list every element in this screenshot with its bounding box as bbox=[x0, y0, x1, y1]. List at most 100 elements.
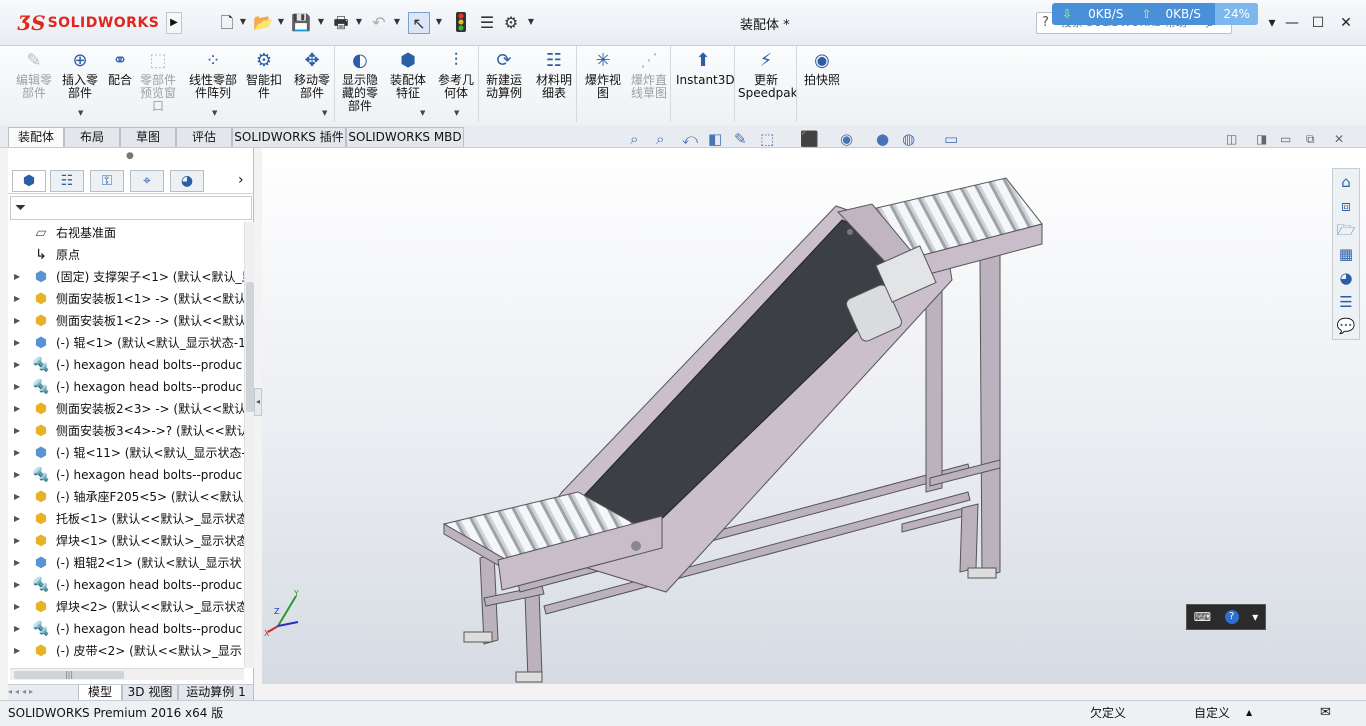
help-icon[interactable]: ? bbox=[1224, 610, 1239, 624]
view-palette-icon[interactable]: ▦ bbox=[1335, 243, 1357, 265]
zoom-to-area-icon[interactable]: ⌕ bbox=[656, 130, 664, 148]
ribbon-dropdown-icon[interactable]: ▼ bbox=[322, 109, 327, 117]
tree-row[interactable]: ▶ ⬢ 焊块<2> (默认<<默认>_显示状态 bbox=[8, 596, 244, 618]
new-document-icon[interactable]: 🗋 bbox=[216, 12, 238, 34]
minibar-dropdown-icon[interactable]: ▾ bbox=[1252, 610, 1258, 624]
tree-row[interactable]: ▶ ⬢ (-) 粗辊2<1> (默认<默认_显示状 bbox=[8, 552, 244, 574]
section-view-icon[interactable]: ◧ bbox=[708, 130, 722, 148]
tree-horizontal-scrollbar[interactable]: ||| bbox=[10, 668, 244, 680]
viewport-left-pane-icon[interactable]: ◫ bbox=[1226, 132, 1237, 146]
ribbon-button-new-motion-study[interactable]: ⟳ 新建运 动算例 bbox=[480, 50, 528, 100]
print-icon[interactable]: 🖶 bbox=[330, 12, 352, 34]
rebuild-traffic-light-icon[interactable] bbox=[450, 12, 472, 34]
tree-hscroll-thumb[interactable]: ||| bbox=[14, 671, 124, 679]
panel-more-chevron-icon[interactable]: › bbox=[238, 172, 244, 188]
ribbon-button-reference-geometry[interactable]: ⫶ 参考几 何体 bbox=[432, 50, 480, 100]
expand-arrow-icon[interactable]: ▶ bbox=[14, 288, 20, 310]
tab-motion-study-1[interactable]: 运动算例 1 bbox=[178, 685, 254, 701]
ribbon-button-take-snapshot[interactable]: ◉ 拍快照 bbox=[802, 50, 842, 87]
dynamic-annotation-icon[interactable]: ✎ bbox=[734, 130, 747, 148]
edit-appearance-icon[interactable]: ● bbox=[876, 130, 889, 148]
status-chat-icon[interactable]: ✉ bbox=[1320, 701, 1331, 725]
expand-arrow-icon[interactable]: ▶ bbox=[14, 508, 20, 530]
save-dropdown-icon[interactable]: ▼ bbox=[316, 14, 326, 30]
units-dropdown-icon[interactable]: ▲ bbox=[1246, 701, 1252, 725]
zoom-to-fit-icon[interactable]: ⌕ bbox=[630, 130, 638, 148]
custom-properties-icon[interactable]: ☰ bbox=[1335, 291, 1357, 313]
solidworks-logo[interactable]: ƷS SOLIDWORKS bbox=[18, 9, 159, 37]
tab-model[interactable]: 模型 bbox=[78, 685, 122, 701]
panel-grip-icon[interactable]: ● bbox=[126, 151, 134, 161]
ribbon-button-instant3d[interactable]: ⬆ Instant3D bbox=[676, 50, 735, 87]
tree-row[interactable]: ▶ 🔩 (-) hexagon head bolts--produc bbox=[8, 464, 244, 486]
expand-arrow-icon[interactable]: ▶ bbox=[14, 574, 20, 596]
appearances-scenes-icon[interactable]: ◕ bbox=[1335, 267, 1357, 289]
tab-mbd[interactable]: SOLIDWORKS MBD bbox=[346, 127, 464, 147]
expand-arrow-icon[interactable]: ▶ bbox=[14, 552, 20, 574]
tree-row[interactable]: ▶ 🔩 (-) hexagon head bolts--produc bbox=[8, 574, 244, 596]
ribbon-button-mate[interactable]: ⚭ 配合 bbox=[104, 50, 136, 87]
expand-arrow-icon[interactable]: ▶ bbox=[14, 376, 20, 398]
minimize-icon[interactable]: — bbox=[1280, 12, 1304, 34]
expand-arrow-icon[interactable]: ▶ bbox=[14, 464, 20, 486]
expand-arrow-icon[interactable]: ▶ bbox=[14, 354, 20, 376]
forum-icon[interactable]: 💬 bbox=[1335, 315, 1357, 337]
tab-layout[interactable]: 布局 bbox=[64, 127, 120, 147]
ribbon-button-edit-component[interactable]: ✎ 编辑零 部件 bbox=[12, 50, 56, 100]
tab-sketch[interactable]: 草图 bbox=[120, 127, 176, 147]
tree-row[interactable]: ▶ ⬢ (-) 皮带<2> (默认<<默认>_显示 bbox=[8, 640, 244, 662]
expand-arrow-icon[interactable]: ▶ bbox=[14, 398, 20, 420]
expand-arrow-icon[interactable]: ▶ bbox=[14, 530, 20, 552]
tree-row[interactable]: ▶ ⬢ 托板<1> (默认<<默认>_显示状态 bbox=[8, 508, 244, 530]
tree-row[interactable]: ▶ ⬢ (固定) 支撑架子<1> (默认<默认_显 bbox=[8, 266, 244, 288]
tree-row[interactable]: ▶ ⬢ 侧面安装板1<1> -> (默认<<默认 bbox=[8, 288, 244, 310]
ribbon-dropdown-icon[interactable]: ▼ bbox=[420, 109, 425, 117]
status-custom-units[interactable]: 自定义 bbox=[1194, 701, 1230, 725]
tree-vertical-scrollbar[interactable] bbox=[244, 222, 254, 668]
ribbon-button-smart-fasteners[interactable]: ⚙ 智能扣件 bbox=[242, 50, 286, 100]
expand-arrow-icon[interactable]: ▶ bbox=[14, 266, 20, 288]
ribbon-button-move-component[interactable]: ✥ 移动零 部件 bbox=[288, 50, 336, 100]
view-settings-icon[interactable]: ▭ bbox=[944, 130, 958, 148]
viewport-tile-icon[interactable]: ⧉ bbox=[1306, 132, 1315, 147]
ribbon-button-linear-pattern[interactable]: ⁘ 线性零部 件阵列 bbox=[184, 50, 242, 100]
select-pointer-icon[interactable]: ↖ bbox=[408, 12, 430, 34]
solidworks-resources-home-icon[interactable]: ⌂ bbox=[1335, 171, 1357, 193]
open-document-icon[interactable]: 📂 bbox=[252, 12, 274, 34]
expand-arrow-icon[interactable]: ▶ bbox=[14, 486, 20, 508]
ribbon-button-show-hidden[interactable]: ◐ 显示隐 藏的零 部件 bbox=[336, 50, 384, 113]
expand-arrow-icon[interactable]: ▶ bbox=[14, 640, 20, 662]
display-manager-tab-icon[interactable]: ◕ bbox=[170, 170, 204, 192]
ribbon-button-exploded-view[interactable]: ✳ 爆炸视图 bbox=[580, 50, 626, 100]
undo-icon[interactable]: ↶ bbox=[368, 12, 390, 34]
hide-show-items-icon[interactable]: ◉ bbox=[840, 130, 853, 148]
tree-row[interactable]: ▶ ⬢ (-) 辊<1> (默认<默认_显示状态-1 bbox=[8, 332, 244, 354]
ribbon-button-update-speedpak[interactable]: ⚡ 更新 Speedpak bbox=[738, 50, 798, 100]
file-properties-icon[interactable]: ☰ bbox=[476, 12, 498, 34]
tree-filter[interactable]: ⏷ bbox=[10, 196, 252, 220]
apply-scene-icon[interactable]: ◍ bbox=[902, 130, 915, 148]
configuration-manager-tab-icon[interactable]: ⚿ bbox=[90, 170, 124, 192]
previous-view-icon[interactable]: ⤺ bbox=[682, 130, 698, 148]
viewport-restore-icon[interactable]: ▭ bbox=[1280, 132, 1291, 146]
tab-3d-views[interactable]: 3D 视图 bbox=[122, 685, 178, 701]
expand-arrow-icon[interactable]: ▶ bbox=[14, 596, 20, 618]
expand-arrow-icon[interactable]: ▶ bbox=[14, 332, 20, 354]
property-manager-tab-icon[interactable]: ☷ bbox=[50, 170, 84, 192]
ribbon-button-assembly-features[interactable]: ⬢ 装配体 特征 bbox=[384, 50, 432, 100]
options-dropdown-icon[interactable]: ▼ bbox=[526, 14, 536, 30]
design-library-icon[interactable]: ⧈ bbox=[1335, 195, 1357, 217]
tree-row[interactable]: ▶ ⬢ 侧面安装板3<4>->? (默认<<默认 bbox=[8, 420, 244, 442]
viewport-right-pane-icon[interactable]: ◨ bbox=[1256, 132, 1267, 146]
print-dropdown-icon[interactable]: ▼ bbox=[354, 14, 364, 30]
tree-row[interactable]: ▶ ⬢ (-) 辊<11> (默认<默认_显示状态- bbox=[8, 442, 244, 464]
tree-row[interactable]: ↳ 原点 bbox=[8, 244, 244, 266]
ribbon-dropdown-icon[interactable]: ▼ bbox=[78, 109, 83, 117]
tree-row[interactable]: ▶ ⬢ (-) 轴承座F205<5> (默认<<默认: bbox=[8, 486, 244, 508]
panel-splitter[interactable]: ◂ bbox=[254, 388, 262, 416]
tree-row[interactable]: ▶ ⬢ 焊块<1> (默认<<默认>_显示状态 bbox=[8, 530, 244, 552]
keyboard-icon[interactable]: ⌨ bbox=[1194, 610, 1211, 624]
dimxpert-tab-icon[interactable]: ⌖ bbox=[130, 170, 164, 192]
tree-row[interactable]: ▶ 🔩 (-) hexagon head bolts--produc bbox=[8, 618, 244, 640]
tab-evaluate[interactable]: 评估 bbox=[176, 127, 232, 147]
